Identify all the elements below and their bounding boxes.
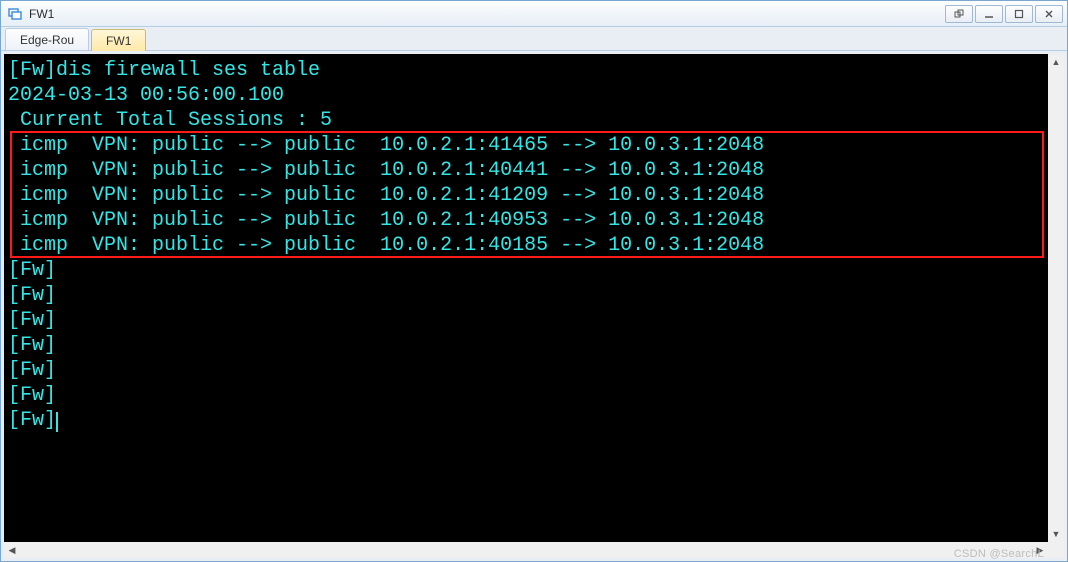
close-button[interactable] (1035, 5, 1063, 23)
scroll-left-arrow-icon[interactable]: ◀ (4, 542, 20, 558)
scroll-down-arrow-icon[interactable]: ▼ (1048, 526, 1064, 542)
terminal-container: [Fw]dis firewall ses table 2024-03-13 00… (4, 54, 1064, 542)
scrollbar-corner (1048, 542, 1064, 558)
scroll-up-arrow-icon[interactable]: ▲ (1048, 54, 1064, 70)
app-window: FW1 Edge-Rou FW1 [Fw]dis firewall ses ta… (0, 0, 1068, 562)
terminal-wrap: [Fw]dis firewall ses table 2024-03-13 00… (1, 51, 1067, 561)
terminal[interactable]: [Fw]dis firewall ses table 2024-03-13 00… (4, 54, 1064, 433)
watermark: CSDN @SearchL (954, 548, 1044, 560)
horizontal-scrollbar[interactable]: ◀ ▶ (4, 542, 1064, 558)
minimize-button[interactable] (975, 5, 1003, 23)
window-title: FW1 (29, 7, 54, 21)
tab-label: Edge-Rou (20, 33, 74, 47)
titlebar[interactable]: FW1 (1, 1, 1067, 27)
popout-button[interactable] (945, 5, 973, 23)
maximize-button[interactable] (1005, 5, 1033, 23)
tab-edge-rou[interactable]: Edge-Rou (5, 28, 89, 50)
tab-bar: Edge-Rou FW1 (1, 27, 1067, 51)
scroll-track[interactable] (1048, 70, 1064, 526)
tab-label: FW1 (106, 34, 131, 48)
app-icon (7, 6, 23, 22)
vertical-scrollbar[interactable]: ▲ ▼ (1048, 54, 1064, 542)
tab-fw1[interactable]: FW1 (91, 29, 146, 51)
